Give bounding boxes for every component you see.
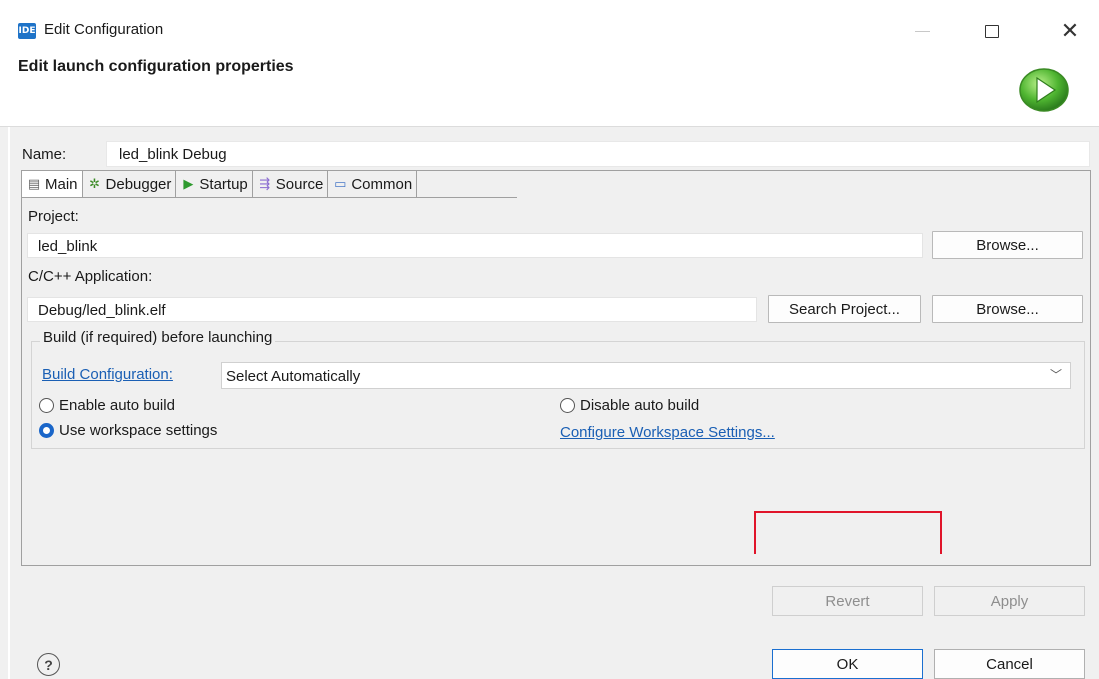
enable-auto-build-radio[interactable]: Enable auto build <box>39 397 175 414</box>
ok-highlight-annotation <box>754 511 942 554</box>
application-input[interactable]: Debug/led_blink.elf <box>27 297 757 322</box>
build-configuration-select[interactable]: Select Automatically ﹀ <box>221 362 1071 389</box>
radio-unchecked-icon <box>39 398 54 413</box>
revert-button[interactable]: Revert <box>772 586 923 616</box>
radio-unchecked-icon <box>560 398 575 413</box>
tab-common-label: Common <box>351 175 413 193</box>
apply-button[interactable]: Apply <box>934 586 1085 616</box>
project-value: led_blink <box>38 238 98 255</box>
name-value: led_blink Debug <box>119 146 227 163</box>
application-browse-button[interactable]: Browse... <box>932 295 1083 323</box>
name-label: Name: <box>22 146 67 163</box>
window-icon: ▭ <box>334 176 347 192</box>
close-button[interactable]: ✕ <box>1050 16 1090 46</box>
project-input[interactable]: led_blink <box>27 233 923 258</box>
help-icon[interactable]: ? <box>37 653 60 676</box>
tab-main[interactable]: ▤ Main <box>22 171 83 197</box>
use-workspace-settings-radio[interactable]: Use workspace settings <box>39 422 217 439</box>
maximize-icon <box>985 24 999 38</box>
build-configuration-value: Select Automatically <box>226 368 361 385</box>
left-edge <box>8 127 10 679</box>
dialog-client-area: Name: led_blink Debug ▤ Main ✲ Debugger … <box>0 127 1099 679</box>
window-title: Edit Configuration <box>44 21 164 38</box>
tab-startup[interactable]: ▶ Startup <box>176 171 253 197</box>
ok-button[interactable]: OK <box>772 649 923 679</box>
configure-workspace-settings-link[interactable]: Configure Workspace Settings... <box>560 424 775 441</box>
document-icon: ▤ <box>27 176 41 192</box>
disable-auto-build-label: Disable auto build <box>580 397 700 414</box>
maximize-button[interactable] <box>972 16 1012 46</box>
search-project-button[interactable]: Search Project... <box>768 295 921 323</box>
use-workspace-settings-label: Use workspace settings <box>59 422 218 439</box>
ide-app-icon: IDE <box>18 23 36 39</box>
play-icon: ▶ <box>183 176 194 192</box>
bug-icon: ✲ <box>89 176 100 192</box>
dialog-header-title: Edit launch configuration properties <box>18 58 294 75</box>
application-value: Debug/led_blink.elf <box>38 302 166 319</box>
tab-startup-label: Startup <box>199 175 248 193</box>
chevron-down-icon: ﹀ <box>1049 368 1062 382</box>
tab-source-label: Source <box>275 175 324 193</box>
minimize-icon <box>914 30 930 32</box>
name-input[interactable]: led_blink Debug <box>106 141 1090 167</box>
tab-debugger[interactable]: ✲ Debugger <box>82 171 177 197</box>
tab-source[interactable]: ⇶ Source <box>252 171 329 197</box>
run-icon <box>1019 68 1069 112</box>
build-group-legend: Build (if required) before launching <box>40 329 276 346</box>
tab-main-label: Main <box>45 175 78 193</box>
enable-auto-build-label: Enable auto build <box>59 397 175 414</box>
tab-strip: ▤ Main ✲ Debugger ▶ Startup ⇶ Source ▭ C… <box>22 171 418 197</box>
source-icon: ⇶ <box>259 176 271 192</box>
disable-auto-build-radio[interactable]: Disable auto build <box>560 397 699 414</box>
cancel-button[interactable]: Cancel <box>934 649 1085 679</box>
application-label: C/C++ Application: <box>28 268 153 285</box>
title-bar: IDE Edit Configuration ✕ <box>0 0 1099 58</box>
close-icon: ✕ <box>1060 18 1080 44</box>
minimize-button[interactable] <box>902 16 942 46</box>
tab-common[interactable]: ▭ Common <box>328 171 418 197</box>
project-browse-button[interactable]: Browse... <box>932 231 1083 259</box>
radio-checked-icon <box>39 423 54 438</box>
tab-debugger-label: Debugger <box>105 175 172 193</box>
main-tab-content: Project: led_blink Browse... C/C++ Appli… <box>22 198 1090 565</box>
build-configuration-link[interactable]: Build Configuration: <box>42 366 173 383</box>
project-label: Project: <box>28 208 79 225</box>
